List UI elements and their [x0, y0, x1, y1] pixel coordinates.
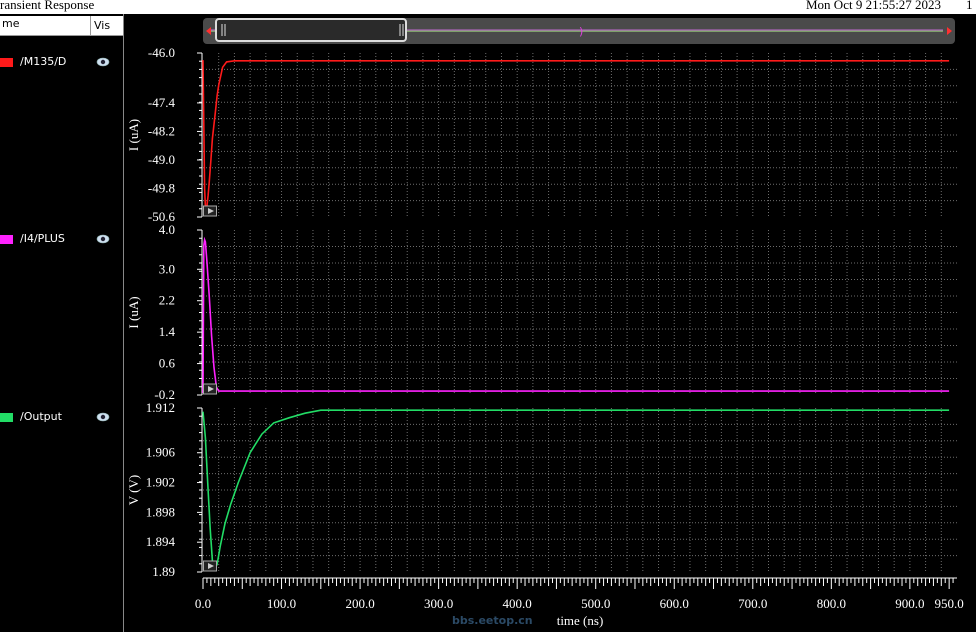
y-tick-label: 1.902 [146, 475, 175, 490]
y-axis-label: I (uA) [126, 296, 141, 328]
y-tick-label: 1.4 [159, 324, 176, 339]
x-tick-label: 950.0 [935, 596, 964, 611]
series-line [202, 409, 950, 571]
x-tick-label: 900.0 [895, 596, 924, 611]
x-tick-label: 800.0 [817, 596, 846, 611]
x-tick-label: 200.0 [345, 596, 374, 611]
y-tick-label: 1.906 [146, 445, 176, 460]
y-tick-label: 0.6 [159, 356, 176, 371]
y-tick-label: 1.894 [146, 534, 176, 549]
y-tick-label: 1.898 [146, 504, 175, 519]
watermark: bbs.eetop.cn [452, 614, 533, 627]
waveform-chart[interactable]: -46.0-47.4-48.2-49.0-49.8-50.6I (uA)4.03… [0, 0, 976, 632]
x-tick-label: 100.0 [267, 596, 296, 611]
y-tick-label: -48.2 [148, 123, 175, 138]
y-tick-label: -49.8 [148, 180, 175, 195]
y-tick-label: -46.0 [148, 45, 175, 60]
x-tick-label: 700.0 [738, 596, 767, 611]
x-tick-label: 0.0 [195, 596, 211, 611]
y-tick-label: 4.0 [159, 222, 175, 237]
y-tick-label: -49.0 [148, 152, 175, 167]
y-axis-label: V (V) [126, 475, 141, 505]
x-tick-label: 400.0 [503, 596, 532, 611]
y-tick-label: 1.912 [146, 400, 175, 415]
waveform-viewer: ransient Response Mon Oct 9 21:55:27 202… [0, 0, 976, 632]
x-tick-label: 600.0 [660, 596, 689, 611]
x-tick-label: 300.0 [424, 596, 453, 611]
x-axis-label: time (ns) [557, 613, 604, 628]
y-tick-label: -47.4 [148, 95, 176, 110]
series-line [202, 59, 950, 214]
y-tick-label: 3.0 [159, 261, 175, 276]
y-axis-label: I (uA) [126, 119, 141, 151]
y-tick-label: 2.2 [159, 293, 175, 308]
x-tick-label: 500.0 [581, 596, 610, 611]
y-tick-label: 1.89 [152, 564, 175, 579]
